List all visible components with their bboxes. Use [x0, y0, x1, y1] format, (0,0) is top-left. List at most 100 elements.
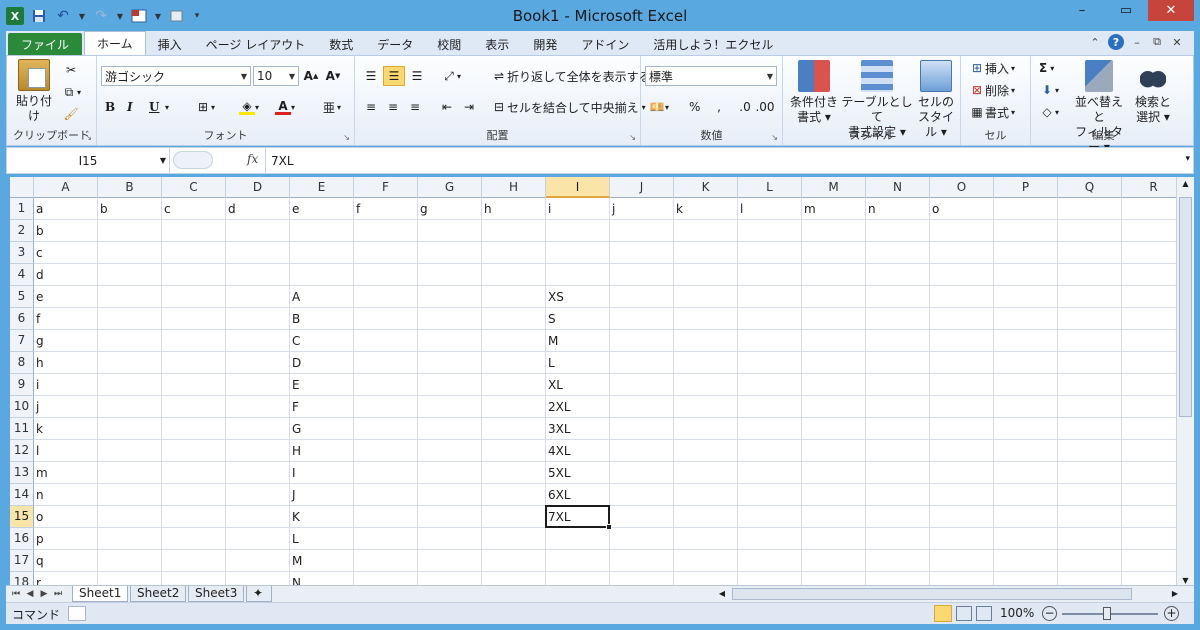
- cell[interactable]: q: [34, 550, 98, 572]
- macro-record-icon[interactable]: [68, 606, 86, 621]
- next-sheet-icon[interactable]: ▶: [38, 586, 50, 602]
- spreadsheet-grid[interactable]: ABCDEFGHIJKLMNOPQR 1 2 3 4 5 6 7 8 9 10 11 12 13 14 15…: [10, 177, 1176, 585]
- tab-view[interactable]: 表示: [473, 33, 521, 55]
- tab-home[interactable]: ホーム: [84, 31, 146, 55]
- cell[interactable]: n: [34, 484, 98, 506]
- row-header[interactable]: 9: [10, 374, 34, 396]
- row-header[interactable]: 1: [10, 198, 34, 220]
- formula-input[interactable]: 7XL: [271, 154, 294, 168]
- decrease-decimal-button[interactable]: .00: [755, 97, 774, 117]
- align-top-button[interactable]: ☰: [363, 66, 379, 86]
- merge-center-button[interactable]: ⊟ セルを結合して中央揃え ▾: [491, 97, 646, 117]
- cell[interactable]: i: [34, 374, 98, 396]
- formula-bar-splitter[interactable]: [173, 151, 213, 169]
- tab-file[interactable]: ファイル: [8, 33, 83, 55]
- font-launcher-icon[interactable]: ↘: [343, 133, 350, 142]
- borders-button[interactable]: ⊞ ▾: [195, 97, 215, 117]
- cell[interactable]: b: [98, 198, 162, 220]
- cell[interactable]: j: [610, 198, 674, 220]
- column-header[interactable]: Q: [1058, 177, 1122, 198]
- tab-insert[interactable]: 挿入: [146, 33, 194, 55]
- tab-addins[interactable]: アドイン: [569, 33, 641, 55]
- tab-formulas[interactable]: 数式: [317, 33, 365, 55]
- cell[interactable]: f: [354, 198, 418, 220]
- number-launcher-icon[interactable]: ↘: [771, 133, 778, 142]
- tab-katsuyou[interactable]: 活用しよう！エクセル: [641, 33, 785, 55]
- underline-button[interactable]: U: [149, 97, 159, 117]
- column-header[interactable]: L: [738, 177, 802, 198]
- font-size-select[interactable]: 10 ▼: [253, 66, 299, 86]
- column-header[interactable]: J: [610, 177, 674, 198]
- scroll-left-icon[interactable]: ◀: [716, 586, 728, 602]
- cell[interactable]: M: [546, 330, 610, 352]
- page-break-view-icon[interactable]: [976, 606, 992, 621]
- column-header[interactable]: R: [1122, 177, 1176, 198]
- find-select-button[interactable]: 検索と 選択 ▾: [1131, 60, 1175, 125]
- column-header[interactable]: I: [546, 177, 610, 198]
- column-header[interactable]: B: [98, 177, 162, 198]
- active-cell-border[interactable]: [545, 505, 610, 528]
- tab-data[interactable]: データ: [365, 33, 425, 55]
- insert-cells-button[interactable]: ⊞ 挿入 ▾: [969, 58, 1015, 78]
- row-header[interactable]: 14: [10, 484, 34, 506]
- cut-button[interactable]: ✂: [63, 60, 79, 80]
- tab-developer[interactable]: 開発: [521, 33, 569, 55]
- format-painter-button[interactable]: 🖌: [63, 104, 79, 124]
- scroll-right-icon[interactable]: ▶: [1169, 586, 1181, 602]
- cell[interactable]: h: [34, 352, 98, 374]
- align-right-button[interactable]: ≡: [407, 97, 423, 117]
- font-color-button[interactable]: A ▾: [275, 97, 295, 117]
- fill-color-button[interactable]: ◈ ▾: [239, 97, 259, 117]
- column-header[interactable]: P: [994, 177, 1058, 198]
- column-header[interactable]: F: [354, 177, 418, 198]
- alignment-launcher-icon[interactable]: ↘: [629, 133, 636, 142]
- align-left-button[interactable]: ≡: [363, 97, 379, 117]
- format-cells-button[interactable]: ▦ 書式 ▾: [969, 102, 1015, 122]
- column-header[interactable]: C: [162, 177, 226, 198]
- cell[interactable]: 6XL: [546, 484, 610, 506]
- minimize-button[interactable]: –: [1060, 0, 1104, 21]
- cell[interactable]: o: [34, 506, 98, 528]
- cell[interactable]: i: [546, 198, 610, 220]
- cell[interactable]: j: [34, 396, 98, 418]
- row-header[interactable]: 11: [10, 418, 34, 440]
- fill-button[interactable]: ⬇ ▾: [1039, 80, 1059, 100]
- column-header[interactable]: G: [418, 177, 482, 198]
- row-header[interactable]: 12: [10, 440, 34, 462]
- cell[interactable]: K: [290, 506, 354, 528]
- row-header[interactable]: 17: [10, 550, 34, 572]
- row-header[interactable]: 4: [10, 264, 34, 286]
- cell[interactable]: d: [226, 198, 290, 220]
- cell[interactable]: e: [34, 286, 98, 308]
- name-box[interactable]: I15 ▼: [7, 148, 170, 173]
- number-format-select[interactable]: 標準 ▼: [645, 66, 777, 86]
- workbook-restore-icon[interactable]: ⧉: [1150, 34, 1164, 50]
- column-header[interactable]: D: [226, 177, 290, 198]
- align-middle-button[interactable]: ☰: [383, 66, 405, 86]
- cell[interactable]: f: [34, 308, 98, 330]
- cell[interactable]: p: [34, 528, 98, 550]
- row-header[interactable]: 13: [10, 462, 34, 484]
- paste-button[interactable]: 貼り付け: [11, 59, 57, 124]
- vertical-scrollbar[interactable]: ▲ ▼: [1176, 177, 1194, 585]
- column-header[interactable]: N: [866, 177, 930, 198]
- cell[interactable]: o: [930, 198, 994, 220]
- cell[interactable]: c: [162, 198, 226, 220]
- insert-function-button[interactable]: fx: [247, 152, 258, 166]
- align-center-button[interactable]: ≡: [385, 97, 401, 117]
- wrap-text-button[interactable]: ⇌ 折り返して全体を表示する: [491, 66, 651, 86]
- workbook-close-icon[interactable]: ✕: [1170, 34, 1184, 50]
- column-header[interactable]: O: [930, 177, 994, 198]
- prev-sheet-icon[interactable]: ◀: [24, 586, 36, 602]
- scroll-thumb[interactable]: [1179, 197, 1192, 417]
- cell[interactable]: c: [34, 242, 98, 264]
- cell[interactable]: g: [418, 198, 482, 220]
- row-header[interactable]: 16: [10, 528, 34, 550]
- cell[interactable]: L: [290, 528, 354, 550]
- tab-review[interactable]: 校閲: [425, 33, 473, 55]
- normal-view-icon[interactable]: [934, 605, 952, 622]
- conditional-format-button[interactable]: 条件付き 書式 ▾: [787, 60, 841, 125]
- orientation-button[interactable]: ⤢ ▾: [441, 66, 461, 86]
- expand-formula-bar-icon[interactable]: ▾: [1185, 154, 1190, 164]
- zoom-slider-thumb[interactable]: [1103, 607, 1111, 620]
